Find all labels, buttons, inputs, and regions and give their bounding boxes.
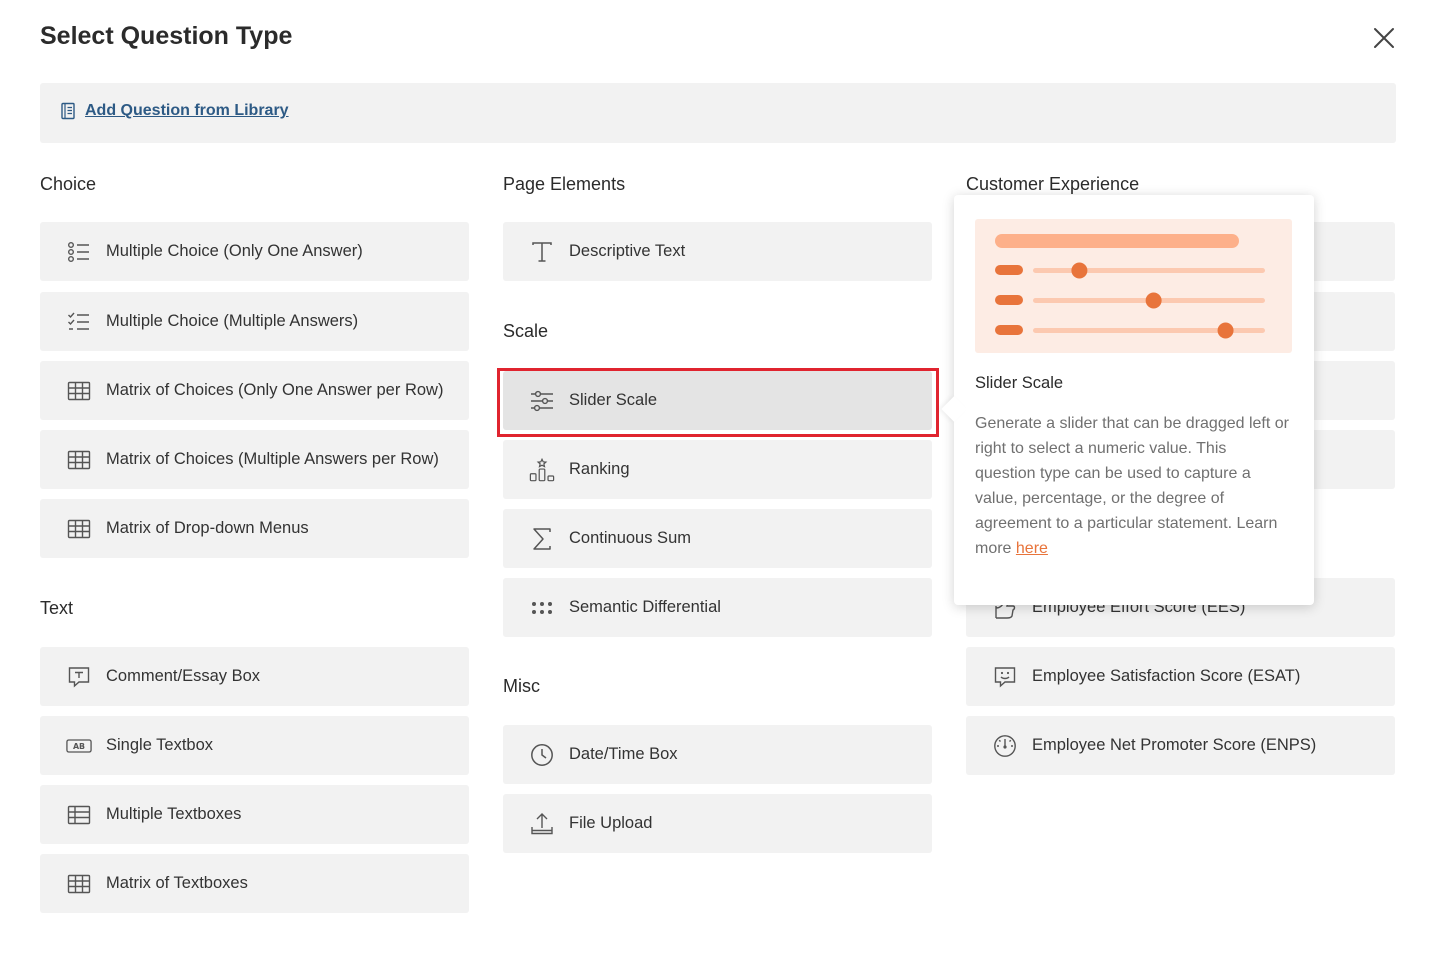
add-from-library-link[interactable]: Add Question from Library <box>60 102 289 120</box>
preview-label-pill <box>995 325 1023 335</box>
item-employee-net-promoter-score[interactable]: Employee Net Promoter Score (ENPS) <box>966 716 1395 775</box>
item-label: Continuous Sum <box>569 529 691 547</box>
item-label: Semantic Differential <box>569 598 721 616</box>
grid-icon <box>66 516 92 542</box>
item-matrix-textboxes[interactable]: Matrix of Textboxes <box>40 854 469 913</box>
item-label: Matrix of Textboxes <box>106 874 248 892</box>
smiley-chat-icon <box>992 664 1018 690</box>
item-date-time-box[interactable]: Date/Time Box <box>503 725 932 784</box>
textbox-icon: AB <box>66 733 92 759</box>
item-label: Matrix of Drop-down Menus <box>106 519 309 537</box>
sigma-icon <box>529 526 555 552</box>
item-label: File Upload <box>569 814 653 832</box>
section-title-text: Text <box>40 598 74 618</box>
item-ranking[interactable]: Ranking <box>503 440 932 499</box>
item-label: Ranking <box>569 460 630 478</box>
upload-icon <box>529 811 555 837</box>
item-label: Matrix of Choices (Only One Answer per R… <box>106 381 444 399</box>
item-file-upload[interactable]: File Upload <box>503 794 932 853</box>
section-title-customer-experience: Customer Experience <box>966 174 1140 194</box>
tooltip-title: Slider Scale <box>975 374 1064 392</box>
item-multiple-choice-multiple[interactable]: Multiple Choice (Multiple Answers) <box>40 292 469 351</box>
item-continuous-sum[interactable]: Continuous Sum <box>503 509 932 568</box>
preview-label-pill <box>995 265 1023 275</box>
item-comment-box[interactable]: Comment/Essay Box <box>40 647 469 706</box>
section-title-misc: Misc <box>503 676 540 696</box>
slider-preview-illustration <box>975 219 1292 353</box>
section-title-scale: Scale <box>503 321 549 341</box>
item-label: Single Textbox <box>106 736 214 754</box>
preview-slider-knob <box>1145 292 1162 309</box>
grid-icon <box>66 871 92 897</box>
tooltip-description: Generate a slider that can be dragged le… <box>975 411 1290 561</box>
close-icon <box>1374 28 1394 48</box>
preview-label-pill <box>995 295 1023 305</box>
clock-icon <box>529 742 555 768</box>
library-bar: Add Question from Library <box>40 83 1396 143</box>
item-label: Multiple Textboxes <box>106 805 242 823</box>
preview-slider-knob <box>1071 262 1088 279</box>
item-label: Employee Net Promoter Score (ENPS) <box>1032 736 1317 754</box>
section-title-choice: Choice <box>40 174 97 194</box>
item-label: Employee Satisfaction Score (ESAT) <box>1032 667 1301 685</box>
item-label: Date/Time Box <box>569 745 678 763</box>
grid-icon <box>66 447 92 473</box>
preview-slider-knob <box>1217 322 1234 339</box>
preview-slider-track <box>1033 268 1265 273</box>
item-matrix-multiple-answers[interactable]: Matrix of Choices (Multiple Answers per … <box>40 430 469 489</box>
item-multiple-choice-one[interactable]: Multiple Choice (Only One Answer) <box>40 222 469 281</box>
item-matrix-one-answer[interactable]: Matrix of Choices (Only One Answer per R… <box>40 361 469 420</box>
slider-scale-tooltip: Slider Scale Generate a slider that can … <box>954 195 1314 605</box>
grid-icon <box>66 378 92 404</box>
multi-textbox-icon <box>66 802 92 828</box>
item-label: Descriptive Text <box>569 242 686 260</box>
item-multiple-textboxes[interactable]: Multiple Textboxes <box>40 785 469 844</box>
text-t-icon <box>529 239 555 265</box>
item-label: Multiple Choice (Multiple Answers) <box>106 312 359 330</box>
item-matrix-dropdown[interactable]: Matrix of Drop-down Menus <box>40 499 469 558</box>
item-descriptive-text[interactable]: Descriptive Text <box>503 222 932 281</box>
book-icon <box>61 102 75 120</box>
item-semantic-differential[interactable]: Semantic Differential <box>503 578 932 637</box>
learn-more-link[interactable]: here <box>1016 540 1048 557</box>
gauge-icon <box>992 733 1018 759</box>
radio-list-icon <box>66 239 92 265</box>
close-button[interactable] <box>1370 24 1398 52</box>
svg-text:AB: AB <box>73 742 85 751</box>
checklist-icon <box>66 309 92 335</box>
item-label: Multiple Choice (Only One Answer) <box>106 242 363 260</box>
item-slider-scale[interactable]: Slider Scale <box>503 371 932 430</box>
comment-icon <box>66 664 92 690</box>
dots-grid-icon <box>529 595 555 621</box>
dialog-title: Select Question Type <box>40 22 293 50</box>
item-label: Comment/Essay Box <box>106 667 261 685</box>
item-label: Slider Scale <box>569 391 658 409</box>
section-title-page-elements: Page Elements <box>503 174 626 194</box>
item-single-textbox[interactable]: AB Single Textbox <box>40 716 469 775</box>
ranking-icon <box>529 457 555 483</box>
add-from-library-label: Add Question from Library <box>85 102 289 119</box>
item-label: Matrix of Choices (Multiple Answers per … <box>106 450 439 468</box>
sliders-icon <box>529 388 555 414</box>
item-employee-satisfaction-score[interactable]: Employee Satisfaction Score (ESAT) <box>966 647 1395 706</box>
